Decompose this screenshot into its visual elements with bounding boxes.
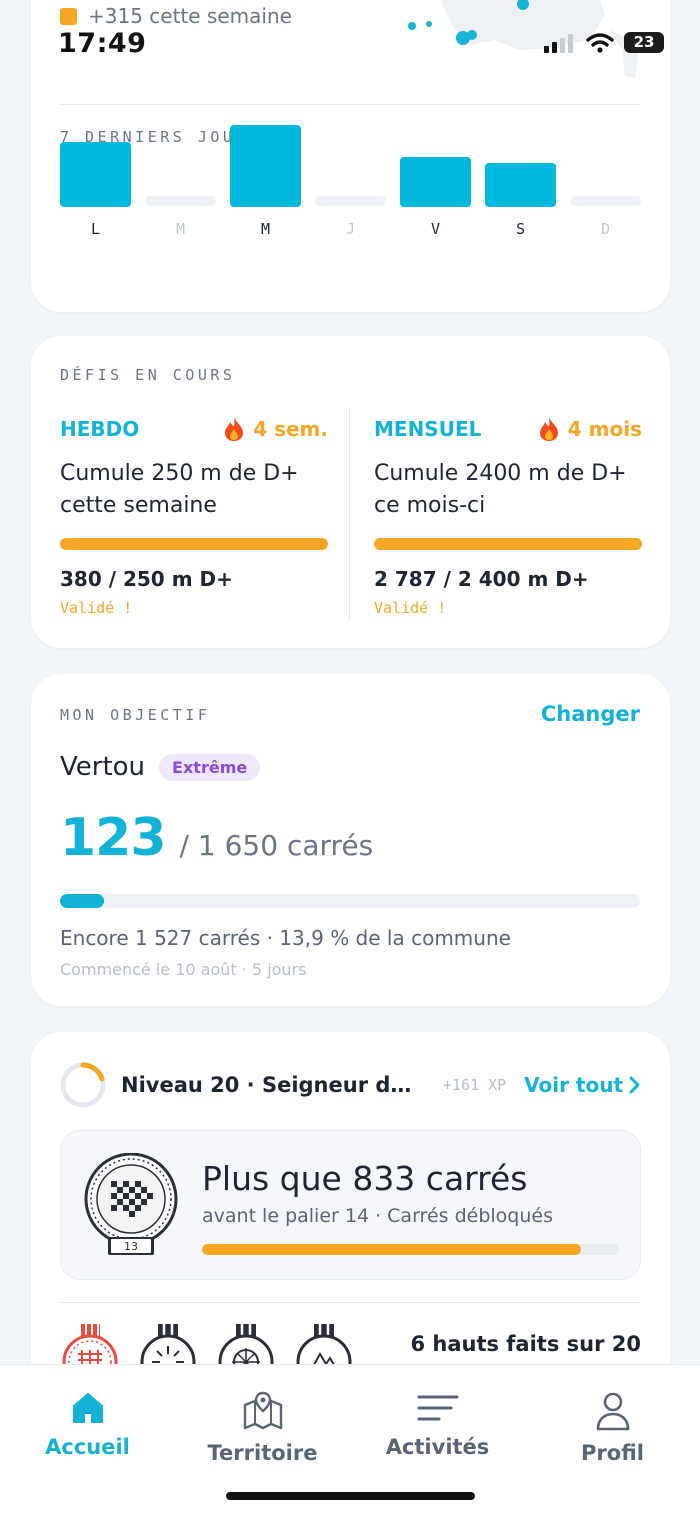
chevron-right-icon (629, 1076, 640, 1094)
challenge-description: Cumule 250 m de D+ cette semaine (60, 461, 299, 518)
challenge-kind: MENSUEL (374, 417, 482, 441)
week-gain-text: +315 cette semaine (88, 4, 292, 28)
next-milestone[interactable]: 13 Plus que 833 carrés avant le palier 1… (60, 1130, 641, 1280)
tab-profile[interactable]: Profil (525, 1391, 700, 1465)
divider (60, 1302, 641, 1303)
challenge-progress-fill (374, 538, 642, 550)
tab-home[interactable]: Accueil (0, 1391, 175, 1459)
challenges-card: DÉFIS EN COURS HEBDO 4 sem. Cumule 250 m… (31, 336, 670, 648)
bar-1 (145, 196, 216, 206)
milestone-subtitle: avant le palier 14 · Carrés débloqués (202, 1205, 553, 1227)
status-bar: +315 cette semaine 17:49 23 (0, 0, 700, 78)
see-all-link[interactable]: Voir tout (524, 1073, 641, 1097)
xp-gain: +161 XP (443, 1076, 507, 1094)
bar-3 (315, 196, 386, 206)
weekly-challenge[interactable]: HEBDO 4 sem. Cumule 250 m de D+ cette se… (60, 414, 328, 617)
bar-column: M (230, 125, 301, 280)
list-icon (417, 1395, 458, 1421)
tab-bar: Accueil Territoire Activités Profil (0, 1364, 700, 1515)
challenges-title: DÉFIS EN COURS (60, 366, 236, 384)
flame-icon (539, 417, 558, 441)
bar-column: M (145, 160, 216, 280)
home-indicator (226, 1492, 475, 1500)
challenge-amount: 2 787 / 2 400 m D+ (374, 567, 589, 591)
bar-label: S (515, 220, 526, 238)
milestone-progress-fill (202, 1244, 582, 1255)
bar-column: S (485, 160, 556, 280)
challenge-streak-text: 4 mois (567, 417, 642, 441)
map-icon (243, 1391, 282, 1430)
bar-label: D (600, 220, 611, 238)
objective-card: MON OBJECTIF Changer Vertou Extrême 123 … (31, 674, 670, 1006)
bar-column: V (400, 157, 471, 280)
challenge-streak: 4 mois (538, 416, 642, 442)
tab-territory[interactable]: Territoire (175, 1391, 350, 1465)
profile-icon (596, 1392, 629, 1431)
week-gain-label: +315 cette semaine (60, 4, 292, 28)
milestone-progress-bar (202, 1244, 619, 1255)
objective-progress-fill (60, 894, 104, 908)
battery-icon: 23 (624, 32, 664, 53)
challenge-kind: HEBDO (60, 417, 140, 441)
level-progress-ring (60, 1062, 106, 1108)
tab-label: Accueil (45, 1435, 130, 1459)
challenge-description: Cumule 2400 m de D+ ce mois-ci (374, 461, 627, 518)
divider (60, 104, 641, 105)
bar-2 (230, 125, 301, 207)
tab-activities[interactable]: Activités (350, 1391, 525, 1459)
challenge-streak: 4 sem. (223, 416, 328, 442)
bar-label: M (260, 220, 271, 238)
squares-total: / 1 650 carrés (179, 829, 374, 862)
squares-medal-icon: 13 (84, 1153, 178, 1255)
weekly-bar-chart: LMMJVSD (60, 125, 641, 280)
flame-icon (225, 417, 244, 441)
objective-town: Vertou (60, 752, 146, 782)
bar-0 (60, 142, 131, 207)
bar-5 (485, 163, 556, 207)
challenge-progress-bar (374, 538, 642, 550)
bar-column: L (60, 142, 131, 280)
cellular-signal-icon (544, 33, 573, 53)
vertical-divider (349, 408, 350, 620)
challenge-status: Validé ! (60, 599, 133, 617)
tab-label: Territoire (207, 1441, 318, 1465)
monthly-challenge[interactable]: MENSUEL 4 mois Cumule 2400 m de D+ ce mo… (374, 414, 642, 617)
system-icons: 23 (544, 32, 664, 53)
milestone-title: Plus que 833 carrés (202, 1159, 528, 1198)
medal-number: 13 (124, 1240, 138, 1253)
bar-label: J (345, 220, 356, 238)
bar-column: D (570, 160, 641, 280)
level-title: Niveau 20 · Seigneur du... (121, 1073, 417, 1097)
change-objective-button[interactable]: Changer (541, 702, 640, 726)
tab-label: Profil (581, 1441, 644, 1465)
objective-title: MON OBJECTIF (60, 706, 211, 724)
challenge-progress-bar (60, 538, 328, 550)
objective-start-date: Commencé le 10 août · 5 jours (60, 960, 307, 979)
clock: 17:49 (58, 28, 147, 59)
objective-progress-bar (60, 894, 640, 908)
challenge-progress-fill (60, 538, 328, 550)
orange-square-icon (60, 7, 77, 25)
bar-6 (570, 196, 641, 206)
wifi-icon (586, 32, 614, 53)
achievements-count: 6 hauts faits sur 20 (410, 1332, 641, 1356)
challenge-amount: 380 / 250 m D+ (60, 567, 233, 591)
bar-label: L (90, 220, 101, 238)
objective-remaining: Encore 1 527 carrés · 13,9 % de la commu… (60, 926, 511, 950)
see-all-label: Voir tout (524, 1073, 623, 1097)
squares-count: 123 (60, 808, 167, 868)
bar-label: M (175, 220, 186, 238)
difficulty-badge: Extrême (159, 753, 261, 781)
bar-label: V (430, 220, 441, 238)
bar-column: J (315, 160, 386, 280)
home-icon (72, 1393, 103, 1423)
challenge-status: Validé ! (374, 599, 447, 617)
challenge-streak-text: 4 sem. (253, 417, 328, 441)
bar-4 (400, 157, 471, 207)
tab-label: Activités (385, 1435, 490, 1459)
